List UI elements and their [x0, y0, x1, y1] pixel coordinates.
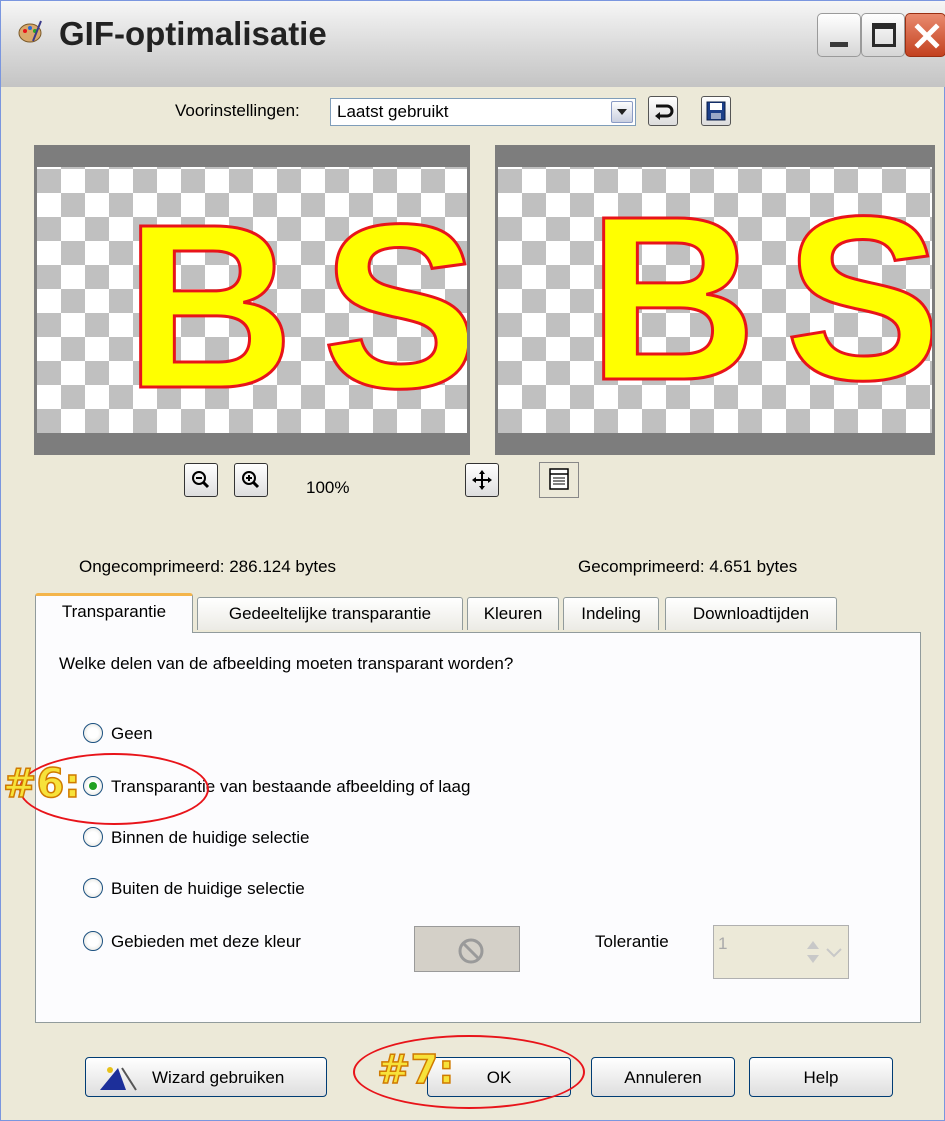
window-layout-icon — [549, 468, 569, 490]
floppy-disk-icon — [706, 101, 726, 121]
reset-icon — [655, 104, 674, 120]
presets-label: Voorinstellingen: — [175, 101, 300, 120]
tab-colors[interactable]: Kleuren — [467, 597, 559, 630]
radio-inside-selection-label[interactable]: Binnen de huidige selectie — [111, 828, 309, 848]
wizard-button[interactable]: Wizard gebruiken — [85, 1057, 327, 1097]
zoom-out-icon — [192, 471, 210, 489]
radio-inside-selection[interactable] — [83, 827, 103, 847]
tab-format[interactable]: Indeling — [563, 597, 659, 630]
pan-button[interactable] — [465, 463, 499, 497]
tab-transparency[interactable]: Transparantie — [35, 593, 193, 633]
tolerance-label: Tolerantie — [595, 932, 669, 951]
zoom-level: 100% — [306, 478, 350, 497]
radio-none[interactable] — [83, 723, 103, 743]
close-icon — [914, 23, 940, 49]
no-color-icon — [458, 938, 484, 964]
radio-outside-selection[interactable] — [83, 878, 103, 898]
preview-letters-original: BS — [125, 175, 470, 437]
radio-areas-with-color[interactable] — [83, 931, 103, 951]
maximize-icon — [872, 23, 896, 47]
cancel-button-label: Annuleren — [624, 1068, 702, 1087]
radio-none-label[interactable]: Geen — [111, 724, 153, 744]
presets-dropdown[interactable]: Laatst gebruikt — [330, 98, 636, 126]
chevron-down-icon[interactable] — [611, 101, 633, 123]
tab-download-times[interactable]: Downloadtijden — [665, 597, 837, 630]
close-button[interactable] — [905, 13, 945, 57]
color-swatch[interactable] — [414, 926, 520, 972]
reset-preset-button[interactable] — [648, 96, 678, 126]
tolerance-spinner[interactable] — [801, 929, 845, 977]
zoom-out-button[interactable] — [184, 463, 218, 497]
window-title: GIF-optimalisatie — [59, 15, 327, 52]
optimized-preview[interactable]: BS — [495, 145, 935, 455]
move-icon — [472, 470, 492, 490]
tab-partial-transparency[interactable]: Gedeeltelijke transparantie — [197, 597, 463, 630]
minimize-icon — [830, 42, 848, 47]
original-preview-letters: BS — [124, 174, 470, 439]
gif-optimization-dialog: GIF-optimalisatie Voorinstellingen: Laat… — [0, 0, 945, 1121]
app-palette-icon — [18, 20, 42, 43]
preview-toggle-button[interactable] — [539, 462, 579, 498]
uncompressed-size: Ongecomprimeerd: 286.124 bytes — [79, 557, 337, 576]
radio-outside-selection-label[interactable]: Buiten de huidige selectie — [111, 879, 305, 899]
save-preset-button[interactable] — [701, 96, 731, 126]
preview-letters-optimized: BS — [588, 167, 935, 429]
wizard-icon — [100, 1067, 137, 1091]
zoom-in-icon — [242, 471, 260, 489]
wizard-button-label: Wizard gebruiken — [152, 1068, 285, 1087]
radio-areas-with-color-label[interactable]: Gebieden met deze kleur — [111, 932, 301, 952]
cancel-button[interactable]: Annuleren — [591, 1057, 735, 1097]
minimize-button[interactable] — [817, 13, 861, 57]
zoom-in-button[interactable] — [234, 463, 268, 497]
optimized-preview-letters: BS — [587, 166, 935, 431]
transparency-question: Welke delen van de afbeelding moeten tra… — [59, 654, 514, 673]
tolerance-value: 1 — [718, 934, 728, 953]
compressed-size: Gecomprimeerd: 4.651 bytes — [578, 557, 798, 576]
annotation-step7: #7: — [376, 1046, 455, 1094]
maximize-button[interactable] — [861, 13, 905, 57]
help-button[interactable]: Help — [749, 1057, 893, 1097]
original-preview[interactable]: BS — [34, 145, 470, 455]
title-bar[interactable]: GIF-optimalisatie — [1, 1, 945, 87]
help-button-label: Help — [803, 1068, 839, 1087]
presets-value: Laatst gebruikt — [337, 102, 449, 121]
annotation-step6: #6: — [2, 760, 81, 808]
